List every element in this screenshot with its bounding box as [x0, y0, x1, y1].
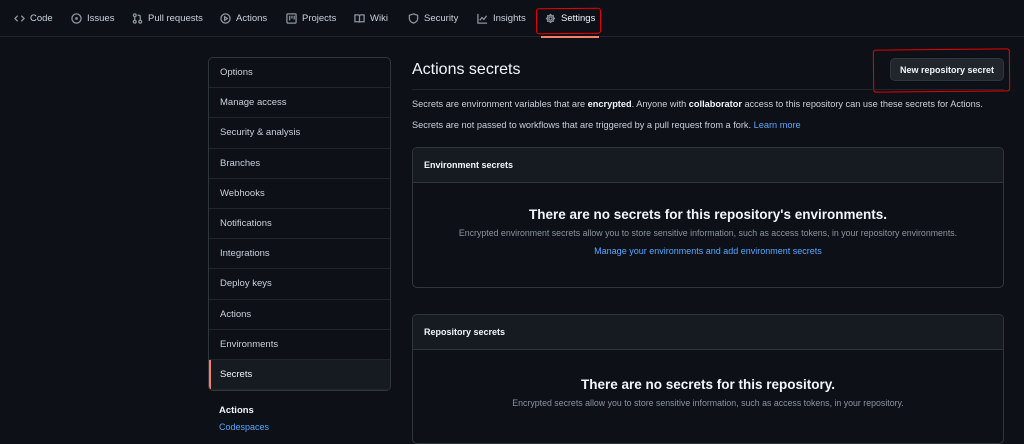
- tab-pull-requests[interactable]: Pull requests: [132, 0, 203, 37]
- book-icon: [354, 14, 365, 23]
- tab-insights[interactable]: Insights: [477, 0, 526, 37]
- empty-state-text: Encrypted secrets allow you to store sen…: [512, 398, 904, 408]
- repo-nav: Code Issues Pull requests Actions Projec…: [0, 0, 1024, 38]
- sidebar-item-manage-access[interactable]: Manage access: [209, 88, 390, 119]
- sidebar-item-integrations[interactable]: Integrations: [209, 239, 390, 270]
- settings-sidebar: Options Manage access Security & analysi…: [208, 57, 391, 392]
- sidebar-section-heading: Actions: [219, 405, 254, 416]
- empty-state-title: There are no secrets for this repository…: [528, 207, 888, 222]
- environment-secrets-header: Environment secrets: [413, 148, 1003, 183]
- tab-issues[interactable]: Issues: [71, 0, 114, 37]
- learn-more-link[interactable]: Learn more: [754, 120, 801, 130]
- repository-secrets-empty-state: There are no secrets for this repository…: [413, 350, 1003, 408]
- sidebar-item-codespaces[interactable]: Codespaces: [219, 422, 269, 432]
- tab-security[interactable]: Security: [408, 0, 458, 37]
- sidebar-item-deploy-keys[interactable]: Deploy keys: [209, 269, 390, 300]
- tab-actions[interactable]: Actions: [220, 0, 267, 37]
- secrets-description: Secrets are environment variables that a…: [412, 99, 983, 109]
- annotation-highlight-settings: [535, 7, 602, 35]
- tab-projects[interactable]: Projects: [286, 0, 336, 37]
- fork-note: Secrets are not passed to workflows that…: [412, 120, 801, 130]
- sidebar-item-environments[interactable]: Environments: [209, 330, 390, 360]
- sidebar-item-secrets[interactable]: Secrets: [209, 359, 390, 391]
- sidebar-item-options[interactable]: Options: [209, 58, 390, 89]
- graph-icon: [477, 13, 488, 24]
- play-icon: [220, 13, 231, 24]
- project-icon: [286, 13, 297, 24]
- environment-secrets-empty-state: There are no secrets for this repository…: [413, 183, 1003, 257]
- sidebar-item-notifications[interactable]: Notifications: [209, 209, 390, 240]
- sidebar-item-security-analysis[interactable]: Security & analysis: [209, 118, 390, 149]
- repository-secrets-box: Repository secrets There are no secrets …: [412, 314, 1004, 444]
- new-repository-secret-button[interactable]: New repository secret: [890, 58, 1004, 81]
- sidebar-item-branches[interactable]: Branches: [209, 149, 390, 179]
- sidebar-item-actions[interactable]: Actions: [209, 300, 390, 330]
- manage-environments-link[interactable]: Manage your environments and add environ…: [594, 246, 822, 256]
- sidebar-item-webhooks[interactable]: Webhooks: [209, 179, 390, 209]
- issue-icon: [71, 13, 82, 24]
- page-title: Actions secrets: [412, 61, 521, 78]
- pull-request-icon: [132, 13, 143, 24]
- tab-code[interactable]: Code: [14, 0, 53, 37]
- code-icon: [14, 15, 25, 22]
- environment-secrets-box: Environment secrets There are no secrets…: [412, 147, 1004, 288]
- empty-state-title: There are no secrets for this repository…: [580, 377, 836, 392]
- shield-icon: [408, 13, 419, 24]
- empty-state-text: Encrypted environment secrets allow you …: [458, 228, 958, 238]
- repository-secrets-header: Repository secrets: [413, 315, 1003, 350]
- tab-wiki[interactable]: Wiki: [354, 0, 388, 37]
- title-divider: [412, 89, 1004, 90]
